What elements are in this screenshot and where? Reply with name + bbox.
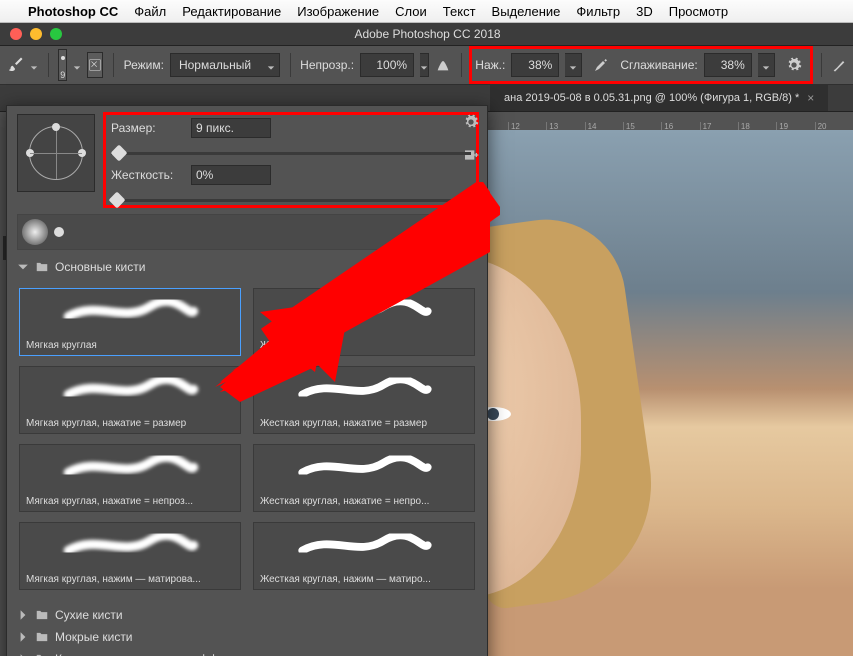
tool-dropdown-icon[interactable] — [30, 61, 38, 69]
brush-card-label: Мягкая круглая, нажатие = размер — [26, 418, 234, 429]
menu-layers[interactable]: Слои — [395, 4, 427, 19]
size-slider[interactable] — [111, 152, 471, 155]
options-bar: 9 Режим: Нормальный Непрозр.: 100% Наж.:… — [0, 46, 853, 85]
brush-card-label: Жесткая круглая, нажим — матиро... — [260, 574, 468, 585]
blend-mode-select[interactable]: Нормальный — [170, 53, 280, 77]
pressure-opacity-icon[interactable] — [435, 52, 451, 78]
brush-card-label: Мягкая круглая — [26, 340, 234, 351]
pressure-field[interactable]: 38% — [511, 53, 559, 77]
brush-settings-button[interactable] — [87, 52, 103, 78]
brush-picker-dropdown-icon[interactable] — [73, 61, 81, 69]
document-tab[interactable]: ана 2019-05-08 в 0.05.31.png @ 100% (Фиг… — [490, 85, 828, 111]
brush-grid: Мягкая круглая Жесткая круглая Мягкая кр… — [17, 282, 477, 600]
folder-label: Мокрые кисти — [55, 630, 133, 644]
folder-wet-brushes[interactable]: Мокрые кисти — [17, 630, 477, 644]
brush-card[interactable]: Мягкая круглая, нажатие = непроз... — [19, 444, 241, 512]
brush-card[interactable]: Мягкая круглая — [19, 288, 241, 356]
menu-edit[interactable]: Редактирование — [182, 4, 281, 19]
close-tab-icon[interactable]: × — [807, 91, 814, 105]
folder-main-brushes[interactable]: Основные кисти — [17, 260, 477, 274]
brush-card[interactable]: Жесткая круглая, нажим — матиро... — [253, 522, 475, 590]
window-titlebar: Adobe Photoshop CC 2018 — [0, 23, 853, 46]
folder-label: Кисти со специальными эффектами — [55, 652, 258, 656]
smoothing-label: Сглаживание: — [620, 58, 697, 72]
brush-tip-preview[interactable] — [17, 114, 95, 192]
app-name[interactable]: Photoshop CC — [28, 4, 118, 19]
recent-brushes[interactable] — [17, 214, 477, 250]
menu-view[interactable]: Просмотр — [669, 4, 728, 19]
size-value-field[interactable]: 9 пикс. — [191, 118, 271, 138]
brush-card[interactable]: Жесткая круглая, нажатие = непро... — [253, 444, 475, 512]
brush-preset-picker[interactable]: 9 — [58, 49, 67, 81]
folder-dry-brushes[interactable]: Сухие кисти — [17, 608, 477, 622]
minimize-window-button[interactable] — [30, 28, 42, 40]
brush-card-label: Жесткая круглая — [260, 340, 468, 351]
smoothing-dropdown[interactable] — [758, 53, 775, 77]
brush-preset-panel: Размер: 9 пикс. Жесткость: 0% Основные к… — [6, 105, 488, 656]
brush-card-label: Мягкая круглая, нажатие = непроз... — [26, 496, 234, 507]
menu-3d[interactable]: 3D — [636, 4, 653, 19]
panel-gear-icon[interactable] — [463, 114, 479, 133]
brush-card-label: Мягкая круглая, нажим — матирова... — [26, 574, 234, 585]
menu-select[interactable]: Выделение — [492, 4, 561, 19]
close-window-button[interactable] — [10, 28, 22, 40]
brush-card[interactable]: Жесткая круглая, нажатие = размер — [253, 366, 475, 434]
brush-card[interactable]: Жесткая круглая — [253, 288, 475, 356]
menu-file[interactable]: Файл — [134, 4, 166, 19]
brush-card-label: Жесткая круглая, нажатие = размер — [260, 418, 468, 429]
opacity-label: Непрозр.: — [300, 58, 354, 72]
size-hardness-box-highlight: Размер: 9 пикс. Жесткость: 0% — [105, 114, 477, 206]
folder-label: Сухие кисти — [55, 608, 123, 622]
pressure-smoothing-group-highlight: Наж.: 38% Сглаживание: 38% — [471, 48, 810, 82]
pressure-dropdown[interactable] — [565, 53, 582, 77]
hardness-slider[interactable] — [111, 199, 471, 202]
document-tab-title: ана 2019-05-08 в 0.05.31.png @ 100% (Фиг… — [504, 92, 799, 104]
editor-area: 01234567891011121314151617181920 12 Разм — [0, 112, 853, 656]
opacity-dropdown[interactable] — [420, 53, 429, 77]
airbrush-icon[interactable] — [588, 52, 614, 78]
brush-card-label: Жесткая круглая, нажатие = непро... — [260, 496, 468, 507]
brush-card[interactable]: Мягкая круглая, нажим — матирова... — [19, 522, 241, 590]
menu-image[interactable]: Изображение — [297, 4, 379, 19]
folder-fx-brushes[interactable]: Кисти со специальными эффектами — [17, 652, 477, 656]
current-tool-indicator[interactable] — [6, 54, 24, 76]
size-label: Размер: — [111, 121, 181, 135]
brush-size-number: 9 — [60, 70, 65, 80]
recent-brush-thumb[interactable] — [22, 219, 48, 245]
smoothing-field[interactable]: 38% — [704, 53, 752, 77]
tablet-pressure-size-icon[interactable] — [831, 52, 847, 78]
menu-text[interactable]: Текст — [443, 4, 476, 19]
folder-label: Основные кисти — [55, 260, 145, 274]
zoom-window-button[interactable] — [50, 28, 62, 40]
opacity-field[interactable]: 100% — [360, 53, 414, 77]
menu-filter[interactable]: Фильтр — [576, 4, 620, 19]
recent-brush-thumb[interactable] — [54, 227, 64, 237]
mode-label: Режим: — [124, 58, 164, 72]
hardness-label: Жесткость: — [111, 168, 181, 182]
hardness-value-field[interactable]: 0% — [191, 165, 271, 185]
pressure-label: Наж.: — [475, 58, 505, 72]
panel-new-preset-icon[interactable] — [463, 147, 479, 166]
macos-menubar: Photoshop CC Файл Редактирование Изображ… — [0, 0, 853, 23]
brush-card[interactable]: Мягкая круглая, нажатие = размер — [19, 366, 241, 434]
smoothing-gear-icon[interactable] — [781, 52, 807, 78]
window-title: Adobe Photoshop CC 2018 — [62, 27, 853, 41]
